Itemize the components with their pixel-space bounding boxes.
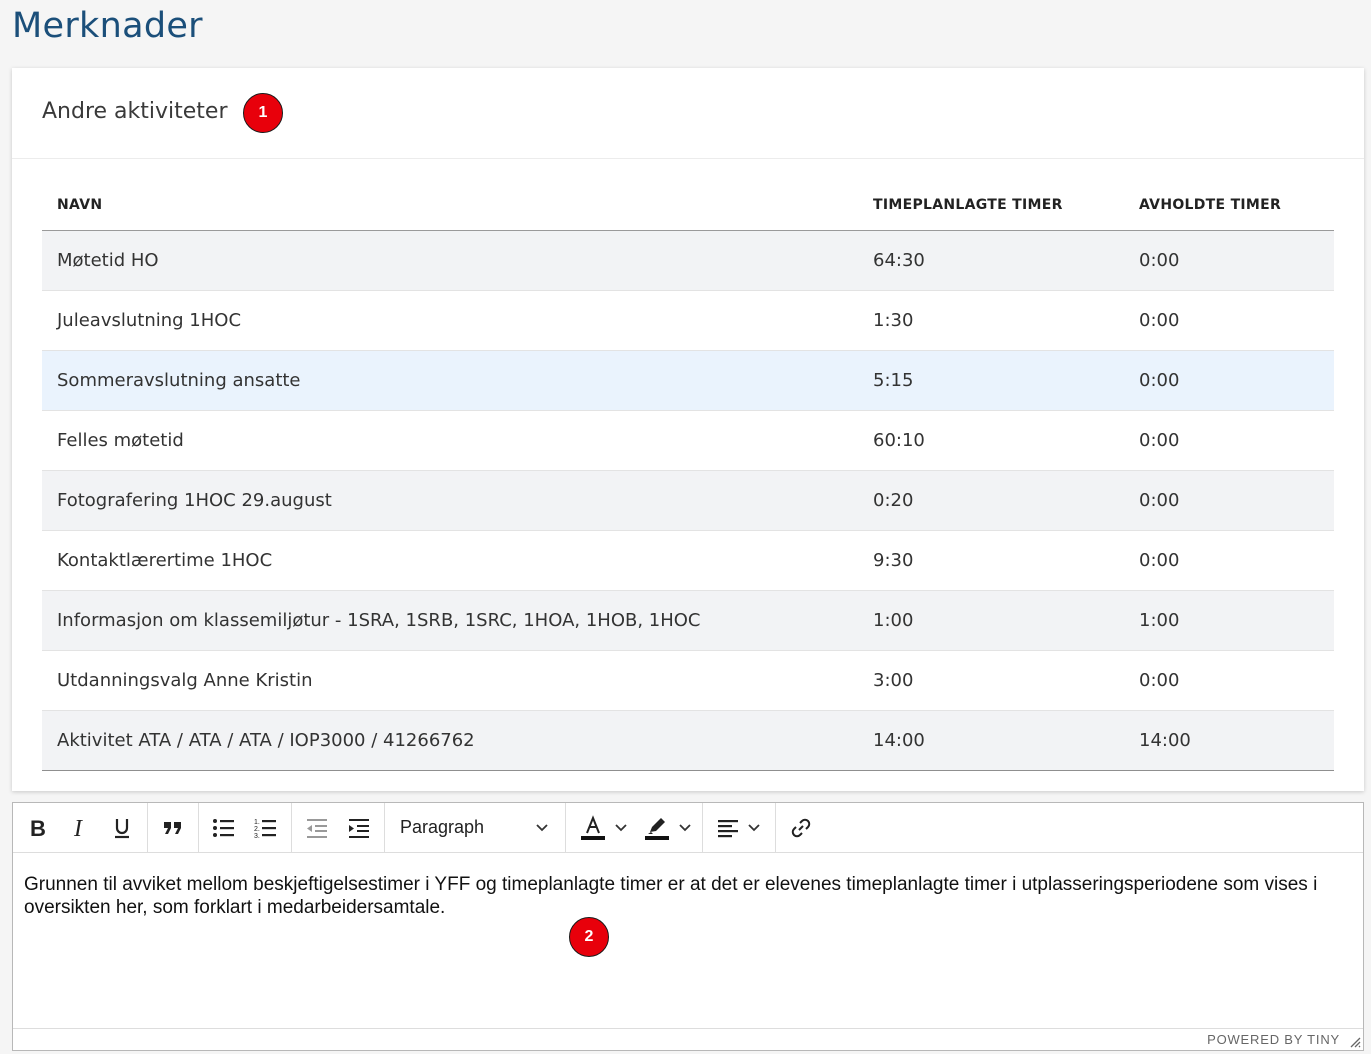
chevron-down-icon [615, 823, 627, 831]
cell-held-hours: 0:00 [1124, 530, 1334, 591]
underline-button[interactable] [101, 810, 143, 846]
table-row[interactable]: Fotografering 1HOC 29.august 0:20 0:00 [42, 470, 1334, 531]
quote-icon [164, 821, 181, 834]
column-header-planned-hours[interactable]: TIMEPLANLAGTE TIMER [858, 181, 1124, 231]
cell-name: Kontaktlærertime 1HOC [42, 530, 858, 591]
toolbar-group-indent [292, 803, 385, 852]
link-icon [791, 818, 811, 837]
highlighter-icon [645, 817, 669, 840]
italic-button[interactable]: I [59, 810, 101, 846]
annotation-marker-1: 1 [243, 93, 283, 133]
bullet-list-icon [213, 818, 234, 837]
block-format-value: Paragraph [400, 817, 485, 837]
powered-by-label[interactable]: POWERED BY TINY [1207, 1032, 1340, 1047]
align-button[interactable] [707, 810, 771, 846]
svg-text:I: I [73, 817, 83, 839]
cell-held-hours: 14:00 [1124, 710, 1334, 771]
editor-statusbar: POWERED BY TINY [13, 1028, 1363, 1050]
activities-table: NAVN TIMEPLANLAGTE TIMER AVHOLDTE TIMER … [42, 181, 1334, 771]
cell-held-hours: 0:00 [1124, 410, 1334, 471]
cell-held-hours: 1:00 [1124, 590, 1334, 651]
cell-planned-hours: 60:10 [858, 410, 1124, 471]
table-row[interactable]: Juleavslutning 1HOC 1:30 0:00 [42, 290, 1334, 351]
cell-planned-hours: 1:30 [858, 290, 1124, 351]
table-row[interactable]: Aktivitet ATA / ATA / ATA / IOP3000 / 41… [42, 710, 1334, 771]
toolbar-group-align [703, 803, 776, 852]
resize-handle-icon[interactable] [1349, 1036, 1361, 1048]
table-row[interactable]: Kontaktlærertime 1HOC 9:30 0:00 [42, 530, 1334, 591]
table-row[interactable]: Felles møtetid 60:10 0:00 [42, 410, 1334, 471]
numbered-list-icon: 1.2.3. [254, 819, 276, 839]
align-left-icon [718, 819, 738, 837]
text-color-icon [581, 814, 605, 840]
italic-icon: I [73, 817, 83, 839]
annotation-marker-2: 2 [569, 917, 609, 957]
editor-content[interactable]: Grunnen til avviket mellom beskjeftigels… [24, 873, 1344, 919]
cell-held-hours: 0:00 [1124, 650, 1334, 711]
toolbar-group-lists: 1. 2. 3. [199, 803, 292, 852]
text-color-button[interactable] [570, 810, 634, 846]
cell-planned-hours: 0:20 [858, 470, 1124, 531]
toolbar-group-link [776, 803, 826, 852]
table-row[interactable]: Møtetid HO 64:30 0:00 [42, 230, 1334, 291]
toolbar-group-format: B I [13, 803, 148, 852]
table-row[interactable]: Informasjon om klassemiljøtur - 1SRA, 1S… [42, 590, 1334, 651]
cell-planned-hours: 5:15 [858, 350, 1124, 411]
table-row-hovered[interactable]: Sommeravslutning ansatte 5:15 0:00 [42, 350, 1334, 411]
chevron-down-icon [679, 823, 691, 831]
svg-text:3.: 3. [254, 833, 260, 839]
page-title: Merknader [12, 6, 203, 46]
table-header-row: NAVN TIMEPLANLAGTE TIMER AVHOLDTE TIMER [42, 181, 1334, 231]
cell-planned-hours: 3:00 [858, 650, 1124, 711]
section-title: Andre aktiviteter [42, 99, 228, 124]
chevron-down-icon [536, 823, 548, 831]
column-header-name[interactable]: NAVN [42, 181, 858, 231]
cell-name: Utdanningsvalg Anne Kristin [42, 650, 858, 711]
svg-text:B: B [30, 817, 46, 839]
cell-name: Fotografering 1HOC 29.august [42, 470, 858, 531]
cell-held-hours: 0:00 [1124, 470, 1334, 531]
block-format-select[interactable]: Paragraph [389, 810, 561, 846]
editor-toolbar: B I 1. 2. 3. Paragraph [13, 803, 1363, 853]
card-header: Andre aktiviteter 1 [12, 68, 1364, 159]
table-row[interactable]: Utdanningsvalg Anne Kristin 3:00 0:00 [42, 650, 1334, 711]
column-header-held-hours[interactable]: AVHOLDTE TIMER [1124, 181, 1334, 231]
bold-button[interactable]: B [17, 810, 59, 846]
cell-name: Juleavslutning 1HOC [42, 290, 858, 351]
indent-button[interactable] [338, 810, 380, 846]
bold-icon: B [30, 817, 46, 839]
cell-name: Møtetid HO [42, 230, 858, 291]
cell-name: Informasjon om klassemiljøtur - 1SRA, 1S… [42, 590, 858, 651]
cell-held-hours: 0:00 [1124, 230, 1334, 291]
rich-text-editor: B I 1. 2. 3. Paragraph Grunnen til avvik… [12, 802, 1364, 1051]
cell-held-hours: 0:00 [1124, 290, 1334, 351]
outdent-button[interactable] [296, 810, 338, 846]
chevron-down-icon [748, 823, 760, 831]
link-button[interactable] [780, 810, 822, 846]
bullet-list-button[interactable] [203, 810, 245, 846]
cell-planned-hours: 14:00 [858, 710, 1124, 771]
svg-text:2.: 2. [254, 826, 260, 833]
underline-icon [115, 818, 129, 838]
cell-name: Felles møtetid [42, 410, 858, 471]
cell-name: Aktivitet ATA / ATA / ATA / IOP3000 / 41… [42, 710, 858, 771]
activities-card: Andre aktiviteter 1 NAVN TIMEPLANLAGTE T… [12, 68, 1364, 791]
indent-icon [349, 818, 369, 838]
outdent-icon [307, 818, 327, 838]
cell-planned-hours: 64:30 [858, 230, 1124, 291]
cell-planned-hours: 1:00 [858, 590, 1124, 651]
cell-held-hours: 0:00 [1124, 350, 1334, 411]
svg-text:1.: 1. [254, 819, 260, 826]
cell-planned-hours: 9:30 [858, 530, 1124, 591]
highlight-color-button[interactable] [634, 810, 698, 846]
blockquote-button[interactable] [152, 810, 194, 846]
toolbar-group-quote [148, 803, 199, 852]
toolbar-group-colors [566, 803, 703, 852]
numbered-list-button[interactable]: 1. 2. 3. [245, 810, 287, 846]
cell-name: Sommeravslutning ansatte [42, 350, 858, 411]
toolbar-group-blocks: Paragraph [385, 803, 566, 852]
